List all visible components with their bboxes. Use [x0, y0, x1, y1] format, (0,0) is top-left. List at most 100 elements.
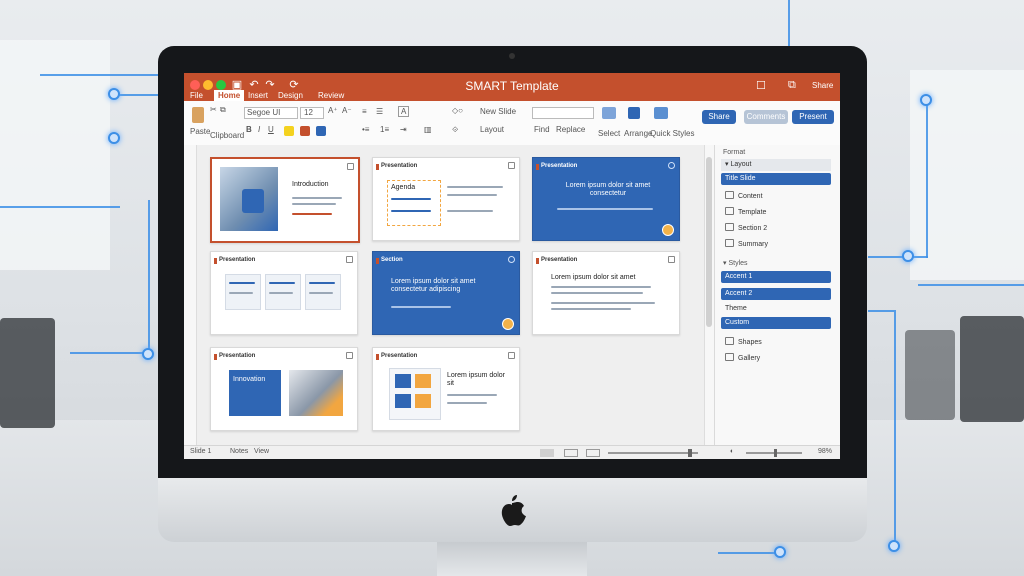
slide-text-line	[391, 306, 451, 308]
comments-button[interactable]: Comments	[744, 110, 788, 124]
scrollbar-thumb[interactable]	[706, 157, 712, 327]
slide-text-line	[229, 292, 253, 294]
slide-menu-icon[interactable]	[508, 352, 515, 359]
list-icon	[725, 239, 734, 247]
pane-section-label: Layout	[730, 161, 752, 168]
slide-menu-icon[interactable]	[346, 352, 353, 359]
pane-item-label: Section 2	[738, 225, 768, 232]
columns-icon[interactable]: ▥	[424, 125, 432, 134]
pane-header: Format	[723, 149, 746, 156]
slide-text-line	[309, 292, 333, 294]
shapes-icon[interactable]: ◇○	[452, 106, 463, 115]
slide-menu-icon[interactable]	[508, 256, 515, 263]
pane-item-content[interactable]: Content	[721, 191, 831, 203]
slide-thumbnail-2[interactable]: Presentation Agenda	[372, 157, 520, 241]
drawing-icon[interactable]	[628, 107, 640, 119]
bullets-icon[interactable]: •≡	[362, 125, 369, 134]
sorter-view-icon[interactable]	[564, 449, 578, 457]
underline-icon[interactable]: U	[268, 125, 274, 134]
status-bar: Slide 1 Notes View ◐ 98%	[184, 445, 840, 459]
slide-menu-icon[interactable]	[668, 256, 675, 263]
font-color-icon[interactable]	[300, 126, 310, 136]
slide-icon	[725, 191, 734, 199]
pane-item-custom[interactable]: Custom	[721, 317, 831, 329]
zoom-slider-handle[interactable]	[688, 449, 692, 457]
select-label[interactable]: Select	[598, 129, 620, 138]
copy-icon[interactable]: ⧉	[220, 105, 226, 115]
cut-icon[interactable]: ✂	[210, 105, 217, 114]
bold-icon[interactable]: B	[246, 125, 252, 134]
picture-icon[interactable]	[602, 107, 616, 119]
align-left-icon[interactable]: ≡	[362, 107, 367, 116]
slide-menu-icon[interactable]	[668, 162, 675, 169]
pane-item-accent-2[interactable]: Accent 2	[721, 288, 831, 300]
replace-label[interactable]: Replace	[556, 125, 585, 134]
slide-menu-icon[interactable]	[508, 162, 515, 169]
slide-thumbnail-3[interactable]: Presentation Lorem ipsum dolor sit amet …	[532, 157, 680, 241]
indent-icon[interactable]: ⇥	[400, 125, 407, 134]
new-slide-label[interactable]: New Slide	[480, 107, 516, 116]
fit-slide-icon[interactable]: ◐	[730, 448, 734, 455]
arrange-label[interactable]: Arrange	[624, 129, 652, 138]
left-ruler	[184, 145, 197, 445]
share-button[interactable]: Share	[702, 110, 736, 124]
style-select[interactable]	[532, 107, 594, 119]
pane-item-title-slide[interactable]: Title Slide	[721, 173, 831, 185]
background-monitor-right	[960, 316, 1024, 422]
slide-thumbnail-5[interactable]: Section Lorem ipsum dolor sit amet conse…	[372, 251, 520, 335]
slide-text-line	[269, 282, 295, 284]
slide-thumbnail-7[interactable]: Presentation Innovation	[210, 347, 358, 431]
arrange-icon[interactable]: ⟐	[452, 125, 458, 135]
slide-text-line	[309, 282, 335, 284]
highlight-color-icon[interactable]	[284, 126, 294, 136]
slide-text-line	[551, 286, 651, 288]
reading-view-icon[interactable]	[586, 449, 600, 457]
pane-item-accent-1[interactable]: Accent 1	[721, 271, 831, 283]
view-button[interactable]: View	[254, 448, 269, 455]
pane-item-label: Accent 2	[725, 290, 753, 297]
zoom-slider-track[interactable]	[608, 452, 698, 454]
layout-label[interactable]: Layout	[480, 125, 504, 134]
slide-accent-mark	[214, 258, 217, 264]
slide-thumbnail-4[interactable]: Presentation	[210, 251, 358, 335]
pane-item-summary[interactable]: Summary	[721, 239, 831, 251]
align-center-icon[interactable]: ☰	[376, 107, 383, 116]
pane-item-shapes[interactable]: Shapes	[721, 337, 831, 349]
italic-icon[interactable]: I	[258, 125, 260, 134]
slide-title: Lorem ipsum dolor sit amet consectetur a…	[391, 278, 476, 293]
slide-menu-icon[interactable]	[347, 163, 354, 170]
paste-icon[interactable]	[192, 107, 204, 123]
shape-fill-icon[interactable]	[316, 126, 326, 136]
quick-styles-label[interactable]: Quick Styles	[650, 129, 694, 138]
pane-item-gallery[interactable]: Gallery	[721, 353, 831, 365]
pane-zoom-handle[interactable]	[774, 449, 777, 457]
slide-text-line	[229, 282, 255, 284]
find-label[interactable]: Find	[534, 125, 550, 134]
shrink-font-icon[interactable]: A⁻	[342, 106, 352, 115]
pane-section-layout[interactable]: ▾ Layout	[721, 159, 831, 171]
slide-thumbnail-1[interactable]: Introduction	[210, 157, 360, 243]
circuit-line	[0, 206, 120, 208]
text-box-icon[interactable]: A	[398, 106, 410, 117]
numbering-icon[interactable]: 1≡	[380, 125, 389, 134]
pane-section-styles[interactable]: ▾ Styles	[723, 259, 748, 267]
quick-styles-icon[interactable]	[654, 107, 668, 119]
pane-item-label: Template	[738, 209, 767, 216]
present-button[interactable]: Present	[792, 110, 834, 124]
normal-view-icon[interactable]	[540, 449, 554, 457]
slide-icon-tile	[415, 374, 431, 388]
notes-button[interactable]: Notes	[230, 448, 248, 455]
slide-text-line	[447, 194, 497, 196]
zoom-level[interactable]: 98%	[818, 448, 832, 455]
slide-text-line	[269, 292, 293, 294]
grow-font-icon[interactable]: A⁺	[328, 106, 338, 115]
slide-title: Agenda	[391, 184, 416, 191]
slide-thumbnail-6[interactable]: Presentation Lorem ipsum dolor sit amet	[532, 251, 680, 335]
pane-item-theme[interactable]: Theme	[721, 303, 831, 315]
clipboard-label: Clipboard	[210, 131, 245, 140]
slide-thumbnail-8[interactable]: Presentation Lorem ipsum dolor sit	[372, 347, 520, 431]
pane-item-template[interactable]: Template	[721, 207, 831, 219]
pane-item-label: Content	[738, 193, 763, 200]
pane-item-section-2[interactable]: Section 2	[721, 223, 831, 235]
slide-menu-icon[interactable]	[346, 256, 353, 263]
